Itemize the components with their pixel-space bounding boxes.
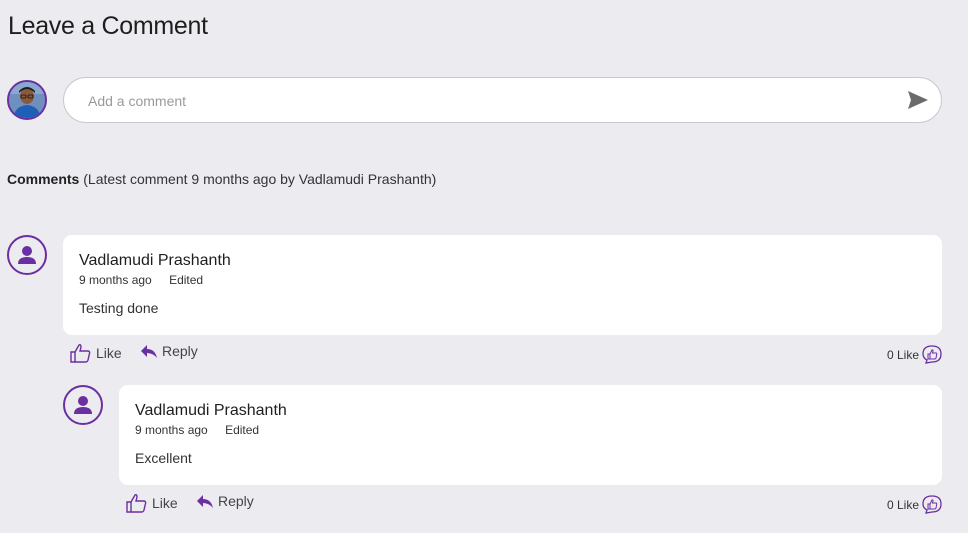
comment-actions: Like Reply 0 Like — [70, 343, 942, 367]
thumbs-up-icon — [70, 344, 91, 363]
like-count[interactable]: 0 Like — [887, 495, 942, 514]
reply-button[interactable]: Reply — [196, 493, 254, 509]
comment-card: Vadlamudi Prashanth 9 months ago Edited … — [63, 235, 942, 335]
comment-text: Excellent — [135, 450, 192, 466]
like-label: Like — [96, 345, 122, 361]
like-bubble-icon — [922, 345, 942, 364]
commenter-avatar — [7, 235, 47, 275]
comments-latest-info: (Latest comment 9 months ago by Vadlamud… — [83, 171, 437, 187]
edited-label: Edited — [225, 423, 260, 437]
reply-card: Vadlamudi Prashanth 9 months ago Edited … — [119, 385, 942, 485]
comments-summary: Comments (Latest comment 9 months ago by… — [7, 171, 436, 187]
send-icon — [908, 91, 928, 109]
like-count-text: 0 Like — [886, 347, 919, 362]
like-label: Like — [152, 495, 178, 511]
edited-label: Edited — [169, 273, 204, 287]
thumbs-up-icon — [126, 494, 147, 513]
reply-commenter-avatar — [63, 385, 103, 425]
comment-meta: 9 months ago Edited — [135, 423, 259, 437]
like-button[interactable]: Like — [70, 343, 122, 363]
reply-icon — [141, 345, 157, 358]
user-icon — [18, 246, 36, 264]
like-count[interactable]: 0 Like — [887, 345, 942, 364]
reply-label: Reply — [218, 493, 254, 509]
comment-timestamp: 9 months ago — [135, 423, 208, 437]
comment-author[interactable]: Vadlamudi Prashanth — [79, 252, 231, 270]
page-title: Leave a Comment — [8, 12, 208, 40]
reply-button[interactable]: Reply — [140, 343, 198, 359]
like-bubble-icon — [922, 495, 942, 514]
comment-input[interactable] — [88, 90, 888, 112]
comment-timestamp: 9 months ago — [79, 273, 152, 287]
comment-text: Testing done — [79, 300, 159, 316]
like-count-text: 0 Like — [886, 497, 919, 512]
comment-meta: 9 months ago Edited — [79, 273, 203, 287]
reply-icon — [197, 495, 213, 508]
reply-actions: Like Reply 0 Like — [126, 493, 942, 517]
comment-input-container — [63, 77, 942, 123]
like-button[interactable]: Like — [126, 493, 178, 513]
current-user-avatar — [7, 80, 47, 120]
reply-label: Reply — [162, 343, 198, 359]
send-button[interactable] — [907, 90, 931, 112]
comments-label: Comments — [7, 171, 80, 187]
comment-author[interactable]: Vadlamudi Prashanth — [135, 402, 287, 420]
user-icon — [74, 396, 92, 414]
